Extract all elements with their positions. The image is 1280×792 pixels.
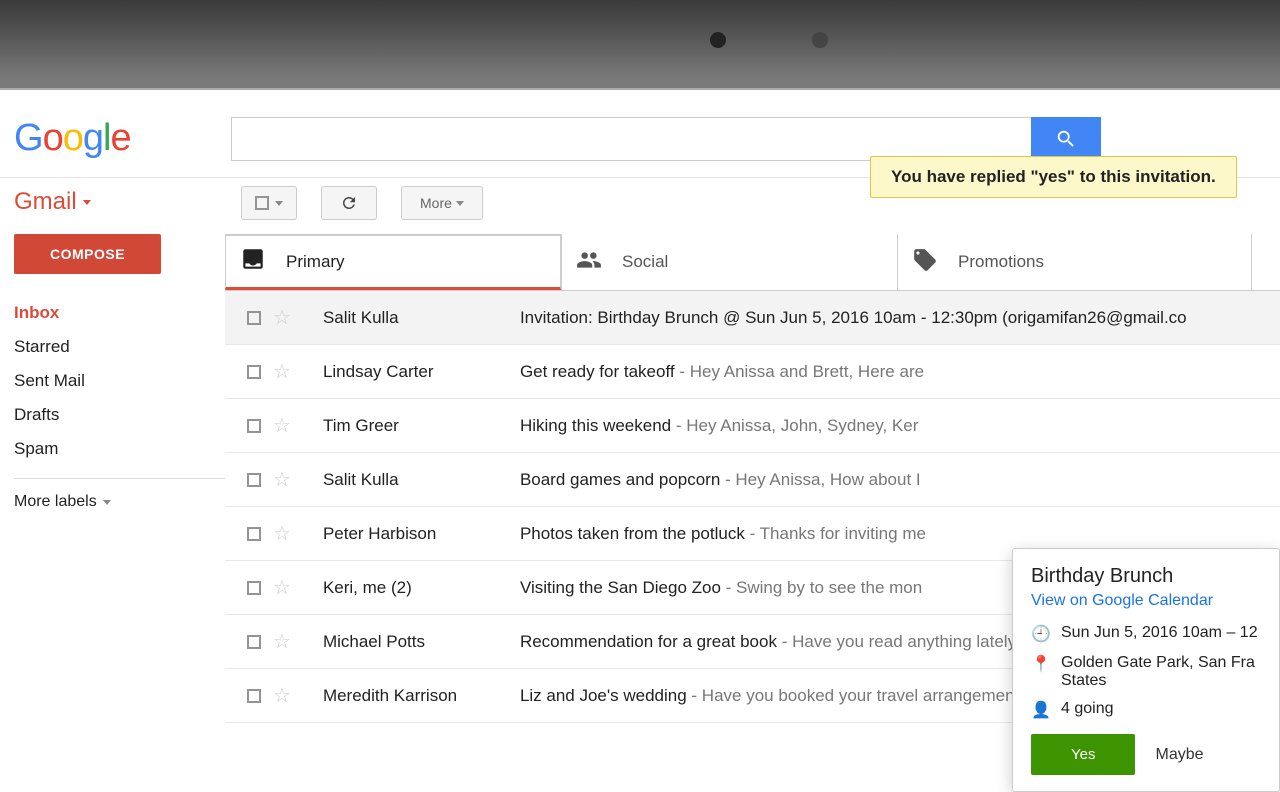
refresh-button[interactable] (321, 186, 377, 220)
compose-button[interactable]: COMPOSE (14, 234, 161, 274)
person-icon: 👤 (1031, 700, 1047, 720)
category-tabs: Primary Social Promotions (225, 234, 1280, 291)
star-icon[interactable]: ☆ (273, 467, 291, 492)
checkbox[interactable] (247, 365, 261, 379)
checkbox[interactable] (247, 689, 261, 703)
star-icon[interactable]: ☆ (273, 413, 291, 438)
gmail-dropdown[interactable]: Gmail (14, 188, 225, 216)
message-row[interactable]: ☆ Tim Greer Hiking this weekend - Hey An… (225, 399, 1280, 453)
star-icon[interactable]: ☆ (273, 575, 291, 600)
main-area: Gmail COMPOSE Inbox Starred Sent Mail Dr… (0, 178, 1280, 723)
event-location: Golden Gate Park, San Fra States (1061, 654, 1261, 690)
message-row[interactable]: ☆ Lindsay Carter Get ready for takeoff -… (225, 345, 1280, 399)
event-time: Sun Jun 5, 2016 10am – 12 (1061, 624, 1258, 642)
sidebar: Gmail COMPOSE Inbox Starred Sent Mail Dr… (0, 178, 225, 723)
sender: Keri, me (2) (303, 578, 508, 598)
event-title: Birthday Brunch (1031, 565, 1261, 588)
pin-icon: 📍 (1031, 654, 1047, 674)
more-button[interactable]: More (401, 186, 483, 220)
star-icon[interactable]: ☆ (273, 359, 291, 384)
search-bar (231, 117, 1101, 161)
reply-toast: You have replied "yes" to this invitatio… (870, 156, 1237, 198)
sender: Salit Kulla (303, 470, 508, 490)
view-on-calendar-link[interactable]: View on Google Calendar (1031, 592, 1261, 610)
inbox-icon (240, 246, 266, 277)
people-icon (576, 247, 602, 278)
refresh-icon (340, 194, 358, 212)
sidebar-item-starred[interactable]: Starred (14, 330, 225, 364)
subject: Board games and popcorn - Hey Anissa, Ho… (520, 470, 1266, 490)
subject: Hiking this weekend - Hey Anissa, John, … (520, 416, 1266, 436)
event-going-row: 👤 4 going (1031, 700, 1261, 720)
gmail-label-text: Gmail (14, 188, 77, 216)
tab-more[interactable] (1251, 234, 1280, 290)
subject: Photos taken from the potluck - Thanks f… (520, 524, 1266, 544)
checkbox[interactable] (247, 473, 261, 487)
subject: Invitation: Birthday Brunch @ Sun Jun 5,… (520, 308, 1266, 328)
rsvp-row: Yes Maybe (1031, 734, 1261, 775)
caret-down-icon (275, 201, 283, 206)
checkbox[interactable] (247, 311, 261, 325)
tag-icon (912, 247, 938, 278)
tab-social[interactable]: Social (561, 234, 897, 290)
google-logo[interactable]: Google (14, 117, 131, 160)
checkbox[interactable] (247, 581, 261, 595)
rsvp-yes-button[interactable]: Yes (1031, 734, 1135, 775)
camera-dot-icon (710, 32, 726, 48)
event-card: Birthday Brunch View on Google Calendar … (1012, 548, 1280, 792)
tab-label: Social (622, 252, 668, 272)
more-button-label: More (420, 195, 452, 211)
sender: Lindsay Carter (303, 362, 508, 382)
sender: Meredith Karrison (303, 686, 508, 706)
checkbox[interactable] (247, 527, 261, 541)
caret-down-icon (456, 201, 464, 206)
more-labels-button[interactable]: More labels (14, 478, 225, 511)
sender: Peter Harbison (303, 524, 508, 544)
rsvp-maybe-button[interactable]: Maybe (1155, 746, 1203, 764)
sidebar-item-drafts[interactable]: Drafts (14, 398, 225, 432)
star-icon[interactable]: ☆ (273, 305, 291, 330)
message-row[interactable]: ☆ Salit Kulla Board games and popcorn - … (225, 453, 1280, 507)
sidebar-item-inbox[interactable]: Inbox (14, 296, 225, 330)
device-bezel (0, 0, 1280, 90)
sender: Michael Potts (303, 632, 508, 652)
checkbox-icon (255, 196, 269, 210)
checkbox[interactable] (247, 419, 261, 433)
tab-label: Primary (286, 252, 345, 272)
sidebar-item-sent[interactable]: Sent Mail (14, 364, 225, 398)
subject: Get ready for takeoff - Hey Anissa and B… (520, 362, 1266, 382)
star-icon[interactable]: ☆ (273, 683, 291, 708)
sender: Salit Kulla (303, 308, 508, 328)
event-time-row: 🕘 Sun Jun 5, 2016 10am – 12 (1031, 624, 1261, 644)
star-icon[interactable]: ☆ (273, 521, 291, 546)
select-all-button[interactable] (241, 186, 297, 220)
event-going: 4 going (1061, 700, 1114, 718)
tab-primary[interactable]: Primary (225, 234, 561, 290)
caret-down-icon (103, 500, 111, 505)
search-icon (1055, 128, 1077, 150)
clock-icon: 🕘 (1031, 624, 1047, 644)
search-input[interactable] (231, 117, 1031, 161)
more-labels-text: More labels (14, 493, 97, 511)
tab-promotions[interactable]: Promotions (897, 234, 1251, 290)
message-row[interactable]: ☆ Salit Kulla Invitation: Birthday Brunc… (225, 291, 1280, 345)
caret-down-icon (83, 200, 91, 205)
content-area: You have replied "yes" to this invitatio… (225, 178, 1280, 723)
sidebar-item-spam[interactable]: Spam (14, 432, 225, 466)
search-button[interactable] (1031, 117, 1101, 161)
event-location-row: 📍 Golden Gate Park, San Fra States (1031, 654, 1261, 690)
sender: Tim Greer (303, 416, 508, 436)
camera-dot-icon (812, 32, 828, 48)
star-icon[interactable]: ☆ (273, 629, 291, 654)
tab-label: Promotions (958, 252, 1044, 272)
checkbox[interactable] (247, 635, 261, 649)
